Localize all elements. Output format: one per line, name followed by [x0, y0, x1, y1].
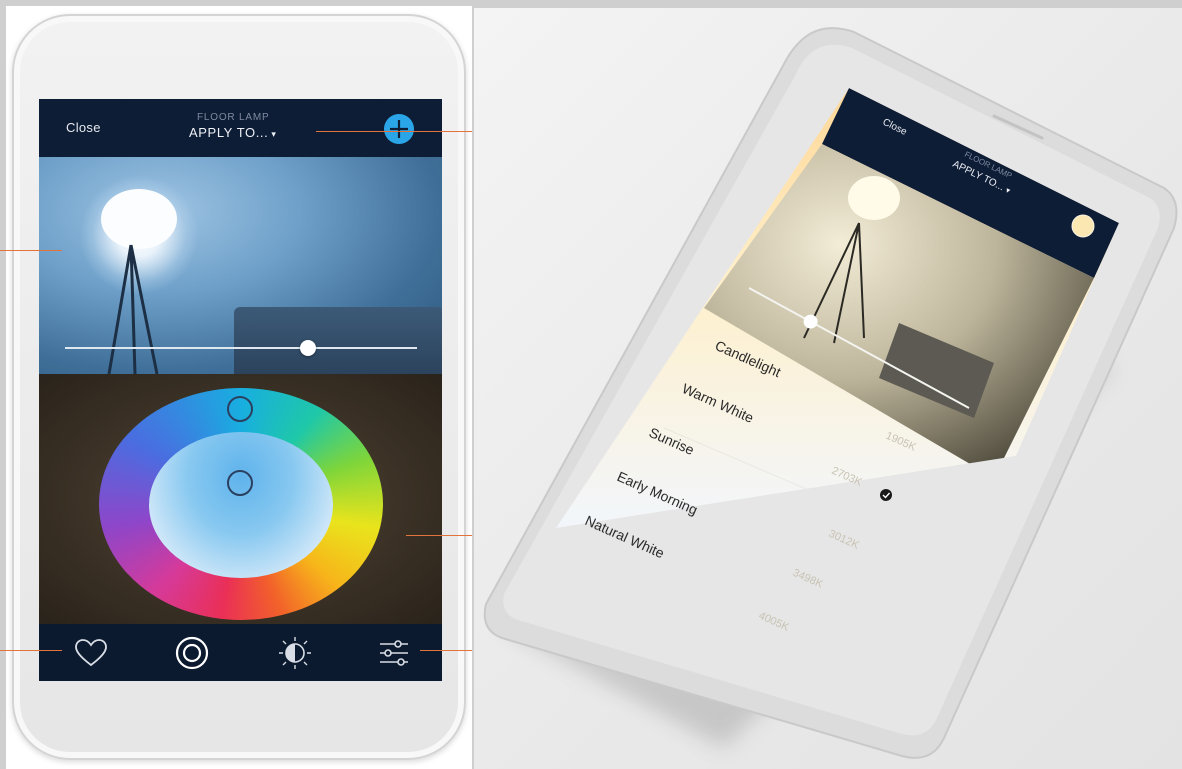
callout-line-wheel: [406, 535, 472, 536]
nav-color[interactable]: [174, 636, 210, 670]
heart-icon: [75, 639, 107, 667]
caret-down-icon: ▾: [271, 129, 277, 139]
right-brightness-slider-knob[interactable]: [803, 314, 818, 329]
brightness-slider-knob[interactable]: [299, 340, 316, 356]
scene-icon: [279, 637, 311, 669]
bottom-nav: [39, 624, 442, 681]
device-label: FLOOR LAMP: [197, 112, 270, 123]
saturation-marker[interactable]: [227, 470, 253, 496]
right-lamp-bulb: [848, 176, 900, 220]
top-bar: Close FLOOR LAMP APPLY TO... ▾: [39, 99, 442, 157]
sofa: [234, 307, 442, 374]
lamp-photo: [39, 157, 442, 374]
left-phone-screen: Close FLOOR LAMP APPLY TO... ▾: [39, 99, 442, 681]
color-picker-area: [39, 374, 442, 624]
close-button[interactable]: Close: [66, 120, 101, 135]
sliders-icon: [380, 640, 408, 666]
apply-to-dropdown[interactable]: APPLY TO... ▾: [189, 125, 309, 140]
apply-to-label: APPLY TO...: [189, 125, 269, 140]
nav-settings[interactable]: [376, 636, 412, 670]
callout-line-settings: [420, 650, 472, 651]
nav-favorites[interactable]: [73, 636, 109, 670]
callout-line-favorites: [0, 650, 62, 651]
right-phone: Candlelight Warm White 1905K Sunrise 270…: [483, 27, 1178, 759]
callout-line-photo: [0, 250, 62, 251]
add-button[interactable]: [384, 114, 414, 144]
selected-check-icon: [880, 489, 892, 501]
color-wheel-icon: [175, 636, 209, 670]
color-wheel-center[interactable]: [149, 432, 333, 578]
callout-line-add: [316, 131, 472, 132]
right-color-swatch[interactable]: [1071, 214, 1095, 238]
title-block: FLOOR LAMP APPLY TO... ▾: [189, 112, 309, 140]
hue-marker[interactable]: [227, 396, 253, 422]
nav-scenes[interactable]: [277, 636, 313, 670]
plus-icon: [386, 116, 412, 142]
brightness-slider[interactable]: [65, 347, 417, 349]
